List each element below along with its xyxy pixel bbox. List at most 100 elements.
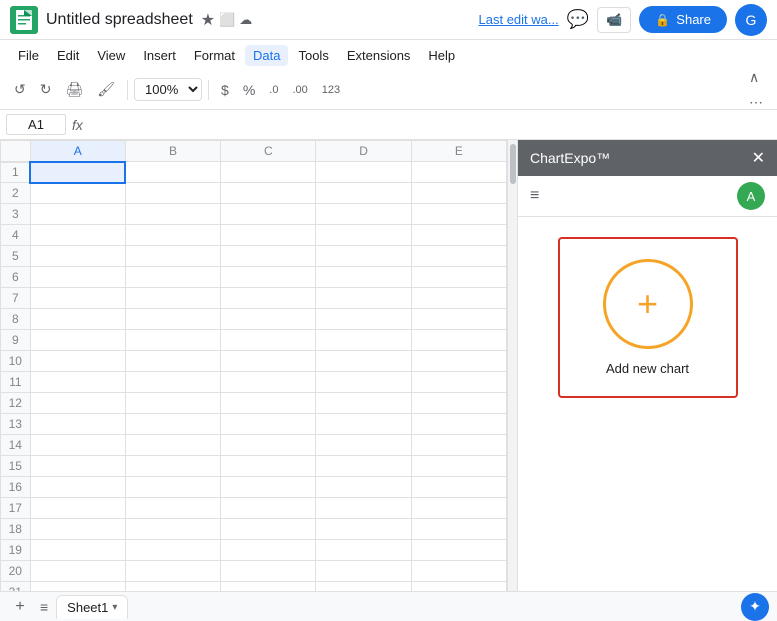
cell-c15[interactable] — [221, 456, 316, 477]
cell-c17[interactable] — [221, 498, 316, 519]
cell-e21[interactable] — [411, 582, 506, 592]
cell-d5[interactable] — [316, 246, 411, 267]
cell-c13[interactable] — [221, 414, 316, 435]
cell-d21[interactable] — [316, 582, 411, 592]
panel-user-avatar[interactable]: A — [737, 182, 765, 210]
cell-a19[interactable] — [30, 540, 125, 561]
cell-b21[interactable] — [125, 582, 220, 592]
cell-b20[interactable] — [125, 561, 220, 582]
cell-c20[interactable] — [221, 561, 316, 582]
cell-d9[interactable] — [316, 330, 411, 351]
cell-b18[interactable] — [125, 519, 220, 540]
cell-a17[interactable] — [30, 498, 125, 519]
cell-b12[interactable] — [125, 393, 220, 414]
cell-d19[interactable] — [316, 540, 411, 561]
cell-c8[interactable] — [221, 309, 316, 330]
cell-a2[interactable] — [30, 183, 125, 204]
cell-c5[interactable] — [221, 246, 316, 267]
cell-e4[interactable] — [411, 225, 506, 246]
cell-e1[interactable] — [411, 162, 506, 183]
cell-b10[interactable] — [125, 351, 220, 372]
cell-a4[interactable] — [30, 225, 125, 246]
cell-a18[interactable] — [30, 519, 125, 540]
cell-e2[interactable] — [411, 183, 506, 204]
cell-d1[interactable] — [316, 162, 411, 183]
cell-reference-input[interactable] — [6, 114, 66, 135]
cell-e7[interactable] — [411, 288, 506, 309]
cell-b7[interactable] — [125, 288, 220, 309]
cell-a10[interactable] — [30, 351, 125, 372]
menu-tools[interactable]: Tools — [290, 45, 336, 66]
cell-d12[interactable] — [316, 393, 411, 414]
cell-d7[interactable] — [316, 288, 411, 309]
cell-c19[interactable] — [221, 540, 316, 561]
cell-a8[interactable] — [30, 309, 125, 330]
dec-decr-button[interactable]: .0 — [263, 80, 284, 100]
zoom-select[interactable]: 100% 75% 125% — [134, 78, 202, 101]
sheet-list-button[interactable]: ≡ — [40, 599, 48, 615]
cell-a12[interactable] — [30, 393, 125, 414]
cell-c16[interactable] — [221, 477, 316, 498]
cell-a9[interactable] — [30, 330, 125, 351]
cell-e14[interactable] — [411, 435, 506, 456]
print-button[interactable]: 🖨 — [59, 77, 89, 102]
comments-button[interactable]: 💬 — [567, 9, 589, 30]
cell-a3[interactable] — [30, 204, 125, 225]
cell-d13[interactable] — [316, 414, 411, 435]
cell-e16[interactable] — [411, 477, 506, 498]
spreadsheet-title[interactable]: Untitled spreadsheet — [46, 11, 193, 29]
cell-e15[interactable] — [411, 456, 506, 477]
cell-a20[interactable] — [30, 561, 125, 582]
cell-b15[interactable] — [125, 456, 220, 477]
cell-b6[interactable] — [125, 267, 220, 288]
cell-a11[interactable] — [30, 372, 125, 393]
last-edit-link[interactable]: Last edit wa... — [479, 12, 559, 27]
user-avatar[interactable]: G — [735, 4, 767, 36]
col-header-c[interactable]: C — [221, 141, 316, 162]
vertical-scrollbar[interactable] — [507, 140, 517, 591]
col-header-b[interactable]: B — [125, 141, 220, 162]
cell-c3[interactable] — [221, 204, 316, 225]
more-formats-button[interactable]: 123 — [316, 80, 346, 100]
cell-b19[interactable] — [125, 540, 220, 561]
cell-e11[interactable] — [411, 372, 506, 393]
cell-b14[interactable] — [125, 435, 220, 456]
cell-d2[interactable] — [316, 183, 411, 204]
cell-b5[interactable] — [125, 246, 220, 267]
cell-e13[interactable] — [411, 414, 506, 435]
cell-b2[interactable] — [125, 183, 220, 204]
more-button[interactable]: ⋯ — [743, 90, 769, 115]
cell-b16[interactable] — [125, 477, 220, 498]
menu-help[interactable]: Help — [420, 45, 463, 66]
cell-c10[interactable] — [221, 351, 316, 372]
cell-a6[interactable] — [30, 267, 125, 288]
add-sheet-button[interactable]: + — [8, 595, 32, 619]
cell-b3[interactable] — [125, 204, 220, 225]
menu-extensions[interactable]: Extensions — [339, 45, 419, 66]
drive-icon[interactable]: ⬜ — [219, 12, 235, 28]
cell-d20[interactable] — [316, 561, 411, 582]
cell-e5[interactable] — [411, 246, 506, 267]
cell-d10[interactable] — [316, 351, 411, 372]
cell-e8[interactable] — [411, 309, 506, 330]
cell-e3[interactable] — [411, 204, 506, 225]
cell-e17[interactable] — [411, 498, 506, 519]
cell-d11[interactable] — [316, 372, 411, 393]
cell-a15[interactable] — [30, 456, 125, 477]
cell-c11[interactable] — [221, 372, 316, 393]
col-header-e[interactable]: E — [411, 141, 506, 162]
paint-format-button[interactable]: 🖌 — [91, 77, 121, 102]
collapse-button[interactable]: ∧ — [743, 65, 765, 90]
add-chart-card[interactable]: + Add new chart — [558, 237, 738, 398]
cell-b1[interactable] — [125, 162, 220, 183]
cell-c21[interactable] — [221, 582, 316, 592]
cell-c14[interactable] — [221, 435, 316, 456]
dec-incr-button[interactable]: .00 — [286, 80, 313, 100]
menu-insert[interactable]: Insert — [135, 45, 184, 66]
cell-c1[interactable] — [221, 162, 316, 183]
panel-menu-icon[interactable]: ≡ — [530, 187, 539, 205]
cell-c2[interactable] — [221, 183, 316, 204]
cell-c9[interactable] — [221, 330, 316, 351]
menu-format[interactable]: Format — [186, 45, 243, 66]
cell-c7[interactable] — [221, 288, 316, 309]
